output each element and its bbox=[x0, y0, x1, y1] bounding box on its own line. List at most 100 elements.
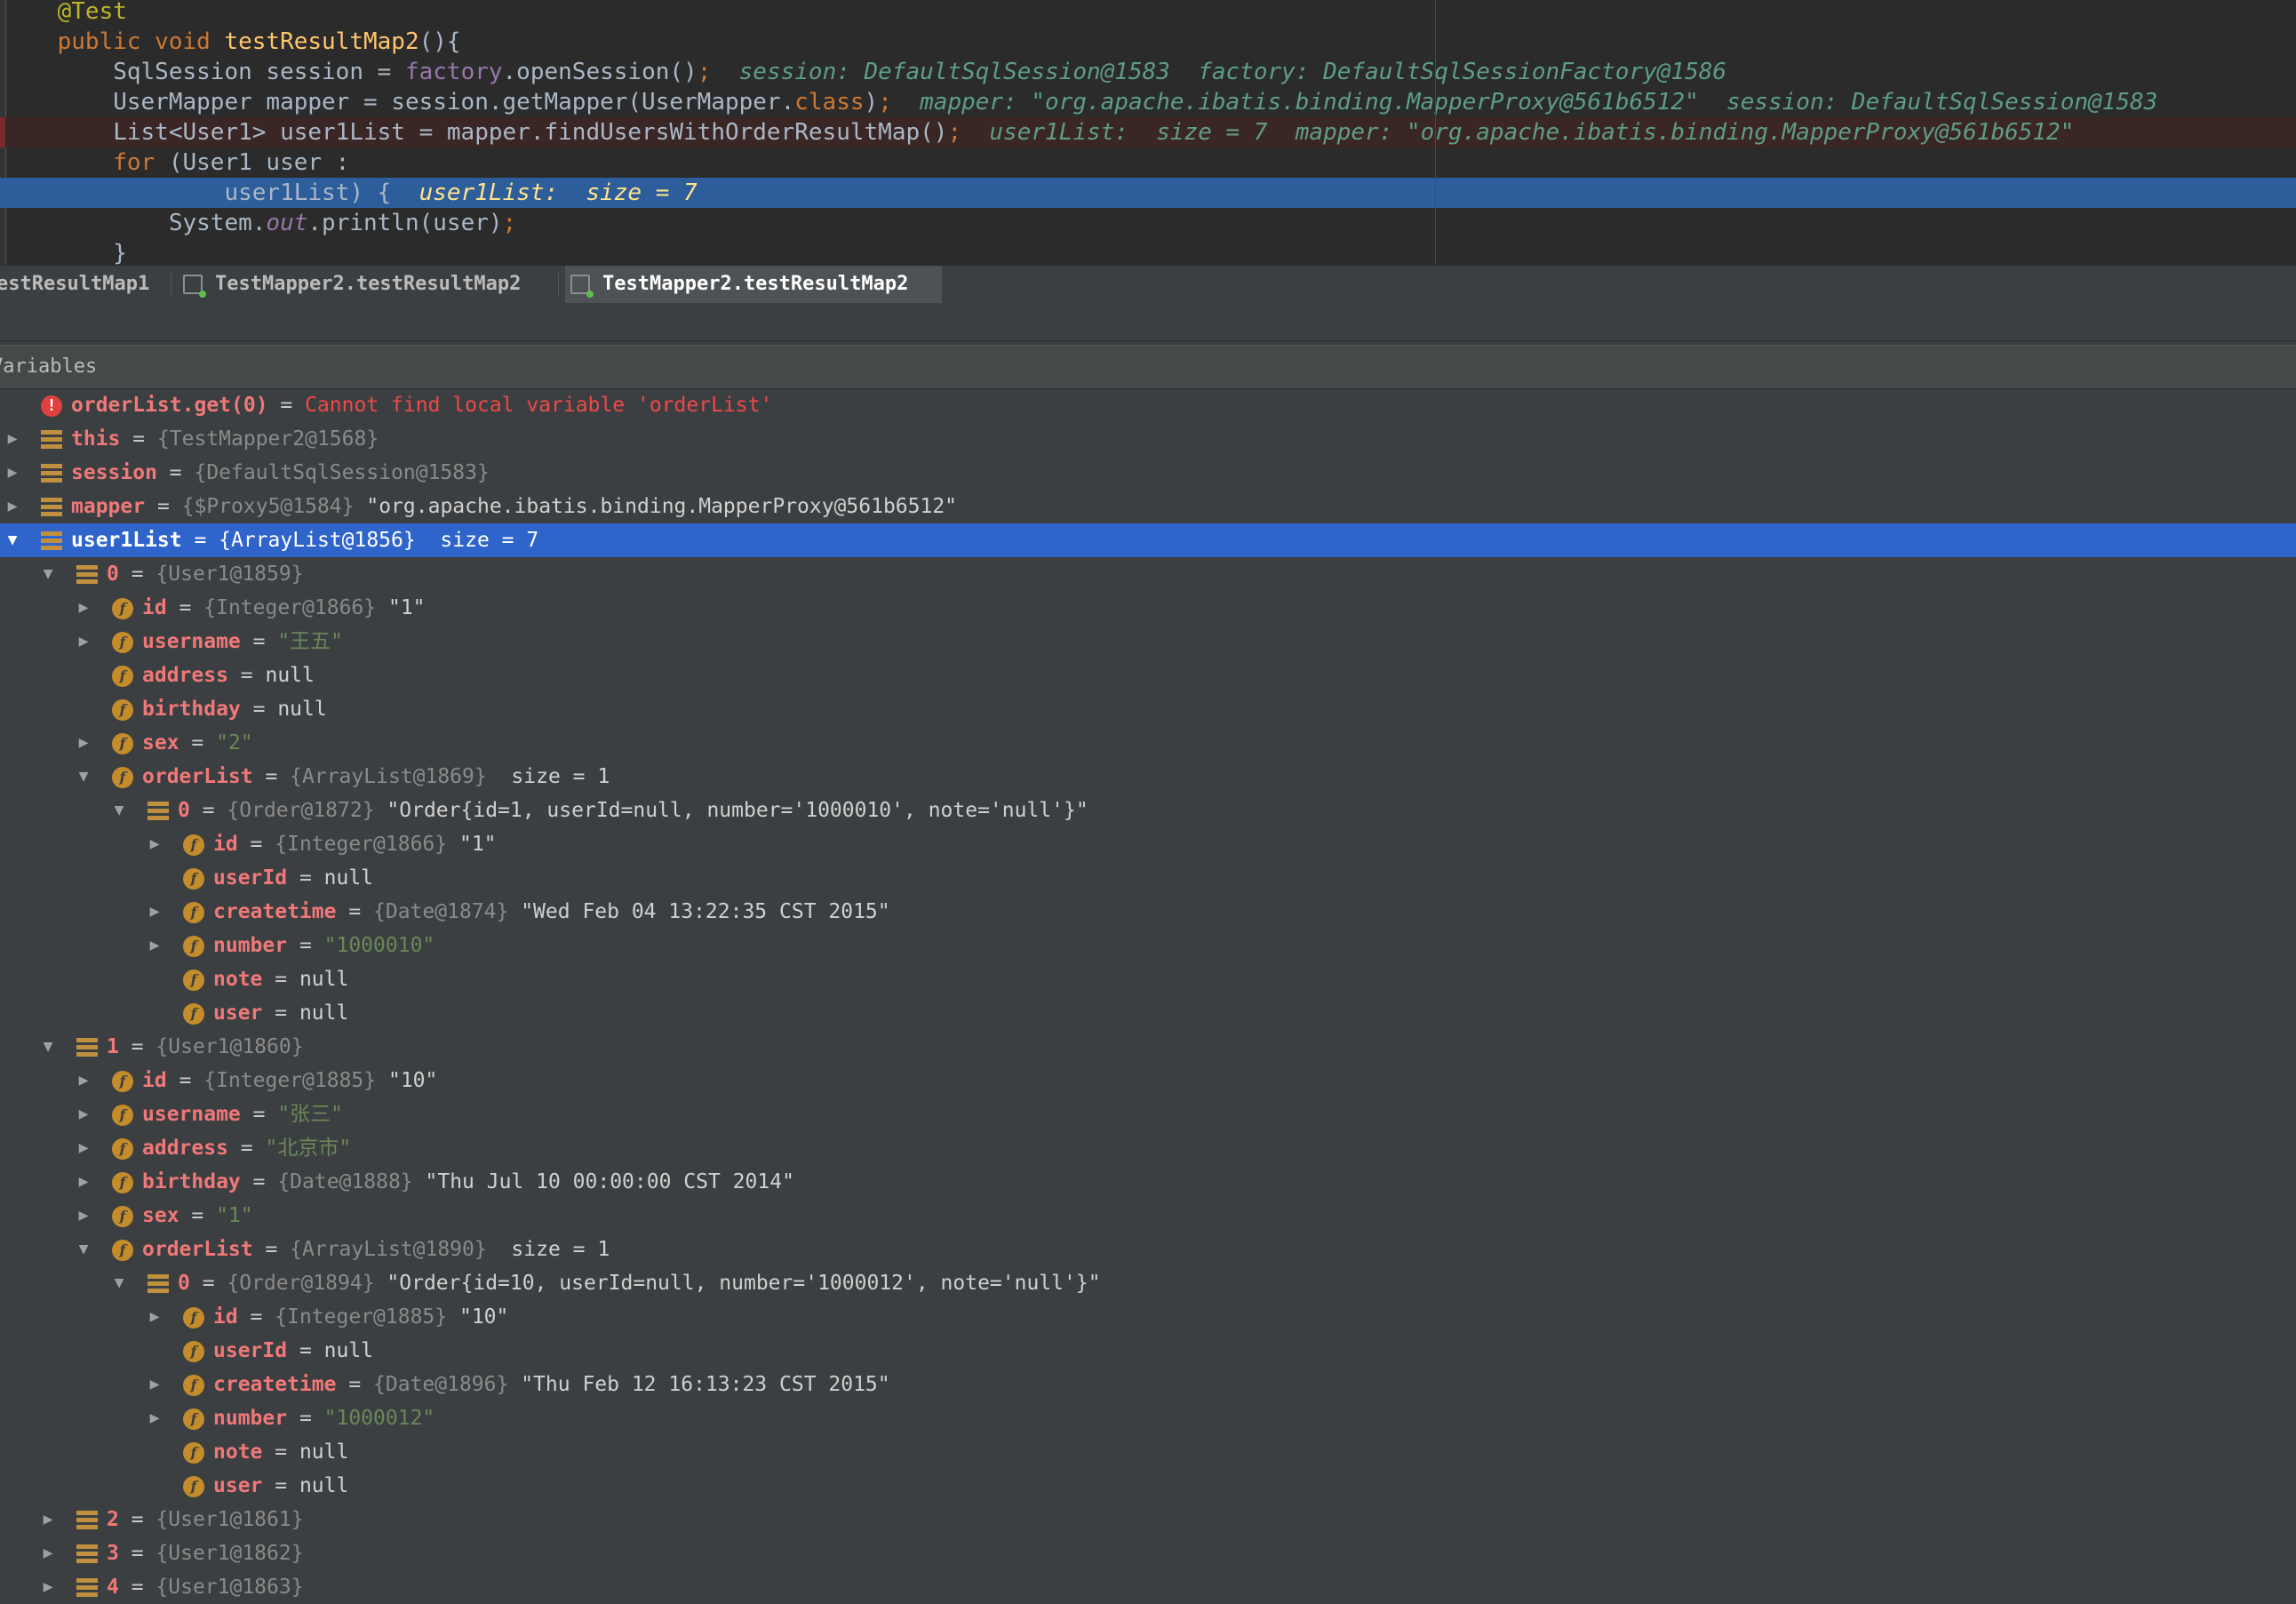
expand-arrow-icon[interactable]: ▶ bbox=[146, 1368, 163, 1401]
code-line-current[interactable]: user1List) { user1List: size = 7 bbox=[0, 178, 2296, 208]
variable-row[interactable]: ▶ 4 = {User1@1863} bbox=[0, 1570, 2296, 1604]
code-line[interactable]: } bbox=[0, 238, 2296, 265]
variable-row[interactable]: ▶ f id = {Integer@1885} "10" bbox=[0, 1300, 2296, 1334]
variable-row[interactable]: ▶ f username = "张三" bbox=[0, 1097, 2296, 1131]
field-icon: f bbox=[112, 598, 133, 619]
variable-row[interactable]: ▶ f number = "1000010" bbox=[0, 929, 2296, 962]
variable-row[interactable]: ▶ 3 = {User1@1862} bbox=[0, 1536, 2296, 1570]
code-token: ; bbox=[502, 210, 517, 236]
variable-row[interactable]: ▼ 0 = {Order@1894} "Order{id=10, userId=n… bbox=[0, 1266, 2296, 1300]
variable-name: note bbox=[213, 968, 263, 991]
code-line[interactable]: for (User1 user : bbox=[0, 148, 2296, 178]
equals-sign: = bbox=[118, 1035, 156, 1058]
variable-row[interactable]: ▶ f username = "王五" bbox=[0, 625, 2296, 658]
variable-row[interactable]: f note = null bbox=[0, 1435, 2296, 1469]
variable-text: session = {DefaultSqlSession@1583} bbox=[71, 456, 490, 490]
expand-arrow-icon[interactable]: ▶ bbox=[39, 1570, 57, 1604]
collapse-arrow-icon[interactable]: ▼ bbox=[39, 1030, 57, 1064]
expand-arrow-icon[interactable]: ▶ bbox=[75, 1097, 92, 1131]
variable-row[interactable]: f note = null bbox=[0, 962, 2296, 996]
variable-row[interactable]: ▶ f id = {Integer@1866} "1" bbox=[0, 827, 2296, 861]
variable-row[interactable]: f userId = null bbox=[0, 1334, 2296, 1368]
variable-row[interactable]: ▶ f id = {Integer@1885} "10" bbox=[0, 1064, 2296, 1097]
tab-session[interactable]: estResultMap1 bbox=[0, 266, 165, 303]
variable-row[interactable]: ▶ f number = "1000012" bbox=[0, 1401, 2296, 1435]
variable-row[interactable]: ▶ 2 = {User1@1861} bbox=[0, 1503, 2296, 1536]
expand-arrow-icon[interactable]: ▶ bbox=[146, 827, 163, 861]
variable-row[interactable]: f userId = null bbox=[0, 861, 2296, 895]
variable-text: birthday = {Date@1888} "Thu Jul 10 00:00… bbox=[142, 1165, 794, 1199]
code-line[interactable]: public void testResultMap2(){ bbox=[0, 27, 2296, 57]
variable-text: user = null bbox=[213, 996, 348, 1030]
variable-row[interactable]: ▼ 1 = {User1@1860} bbox=[0, 1030, 2296, 1064]
variable-row[interactable]: ▶ mapper = {$Proxy5@1584} "org.apache.iba… bbox=[0, 490, 2296, 523]
collapse-arrow-icon[interactable]: ▼ bbox=[110, 1266, 128, 1300]
variable-row[interactable]: ! orderList.get(0) = Cannot find local va… bbox=[0, 388, 2296, 422]
equals-sign: = bbox=[118, 1542, 156, 1565]
variable-value: null bbox=[323, 1339, 374, 1362]
variable-row[interactable]: ▶ f sex = "2" bbox=[0, 726, 2296, 760]
expand-arrow-icon[interactable]: ▶ bbox=[4, 456, 21, 490]
expand-arrow-icon[interactable]: ▶ bbox=[75, 1165, 92, 1199]
code-line[interactable]: @Test bbox=[0, 0, 2296, 27]
expand-arrow-icon[interactable]: ▶ bbox=[4, 422, 21, 456]
tab-session[interactable]: TestMapper2.testResultMap2 bbox=[178, 266, 551, 303]
variables-panel-header: Variables bbox=[0, 345, 2296, 389]
code-editor[interactable]: @Test public void testResultMap2(){ SqlS… bbox=[0, 0, 2296, 265]
variable-name: userId bbox=[213, 866, 288, 890]
collapse-arrow-icon[interactable]: ▼ bbox=[4, 523, 21, 557]
expand-arrow-icon[interactable]: ▶ bbox=[75, 726, 92, 760]
collapse-arrow-icon[interactable]: ▼ bbox=[75, 1233, 92, 1266]
variable-name: user1List bbox=[71, 529, 182, 552]
variable-row[interactable]: ▼ 0 = {User1@1859} bbox=[0, 557, 2296, 591]
variable-value: "Wed Feb 04 13:22:35 CST 2015" bbox=[521, 900, 890, 923]
variable-row[interactable]: f address = null bbox=[0, 658, 2296, 692]
variable-row[interactable]: ▶ f sex = "1" bbox=[0, 1199, 2296, 1233]
code-token: factory bbox=[404, 59, 503, 85]
code-token: user1List) { bbox=[2, 180, 419, 206]
expand-arrow-icon[interactable]: ▶ bbox=[75, 1199, 92, 1233]
collapse-arrow-icon[interactable]: ▼ bbox=[75, 760, 92, 794]
code-line[interactable]: SqlSession session = factory.openSession… bbox=[0, 57, 2296, 87]
collapse-arrow-icon[interactable]: ▼ bbox=[110, 794, 128, 827]
expand-arrow-icon[interactable]: ▶ bbox=[75, 625, 92, 658]
variable-row[interactable]: ▶ session = {DefaultSqlSession@1583} bbox=[0, 456, 2296, 490]
expand-arrow-icon[interactable]: ▶ bbox=[75, 591, 92, 625]
variable-row[interactable]: ▶ f createtime = {Date@1874} "Wed Feb 04 1… bbox=[0, 895, 2296, 929]
expand-arrow-icon[interactable]: ▶ bbox=[75, 1131, 92, 1165]
expand-arrow-icon[interactable]: ▶ bbox=[146, 1401, 163, 1435]
expand-arrow-icon[interactable]: ▶ bbox=[146, 929, 163, 962]
expand-arrow-icon[interactable]: ▶ bbox=[146, 1300, 163, 1334]
code-token: class bbox=[794, 89, 865, 116]
variable-row[interactable]: f user = null bbox=[0, 1469, 2296, 1503]
code-line[interactable]: System.out.println(user); bbox=[0, 208, 2296, 238]
variable-row[interactable]: ▶ f address = "北京市" bbox=[0, 1131, 2296, 1165]
variable-row[interactable]: ▶ f id = {Integer@1866} "1" bbox=[0, 591, 2296, 625]
collapse-arrow-icon[interactable]: ▼ bbox=[39, 557, 57, 591]
variable-row[interactable]: f birthday = null bbox=[0, 692, 2296, 726]
variable-row[interactable]: ▶ f createtime = {Date@1896} "Thu Feb 12 1… bbox=[0, 1368, 2296, 1401]
variable-row-selected[interactable]: ▼ user1List = {ArrayList@1856} size = 7 bbox=[0, 523, 2296, 557]
expand-arrow-icon[interactable]: ▶ bbox=[75, 1064, 92, 1097]
expand-arrow-icon[interactable]: ▶ bbox=[146, 895, 163, 929]
variable-row[interactable]: ▶ this = {TestMapper2@1568} bbox=[0, 422, 2296, 456]
code-line[interactable]: UserMapper mapper = session.getMapper(Us… bbox=[0, 87, 2296, 117]
variable-row[interactable]: ▼ 0 = {Order@1872} "Order{id=1, userId=nu… bbox=[0, 794, 2296, 827]
code-line-breakpoint[interactable]: List<User1> user1List = mapper.findUsers… bbox=[0, 117, 2296, 148]
expand-arrow-icon[interactable]: ▶ bbox=[39, 1503, 57, 1536]
expand-arrow-icon[interactable]: ▶ bbox=[39, 1536, 57, 1570]
variable-name: orderList.get(0) bbox=[71, 394, 268, 417]
equals-sign: = bbox=[287, 1339, 324, 1362]
variable-row[interactable]: ▼ f orderList = {ArrayList@1869} size = 1 bbox=[0, 760, 2296, 794]
variable-text: note = null bbox=[213, 1435, 348, 1469]
expand-arrow-icon[interactable]: ▶ bbox=[4, 490, 21, 523]
variable-text: birthday = null bbox=[142, 692, 327, 726]
tab-active-session[interactable]: TestMapper2.testResultMap2 bbox=[565, 266, 942, 303]
variable-row[interactable]: f user = null bbox=[0, 996, 2296, 1030]
variable-text: userId = null bbox=[213, 1334, 373, 1368]
variable-name: 0 bbox=[178, 799, 190, 822]
variable-row[interactable]: ▶ f birthday = {Date@1888} "Thu Jul 10 00:… bbox=[0, 1165, 2296, 1199]
equals-sign: = bbox=[252, 1238, 291, 1261]
field-icon: f bbox=[112, 666, 133, 687]
variable-row[interactable]: ▼ f orderList = {ArrayList@1890} size = 1 bbox=[0, 1233, 2296, 1266]
